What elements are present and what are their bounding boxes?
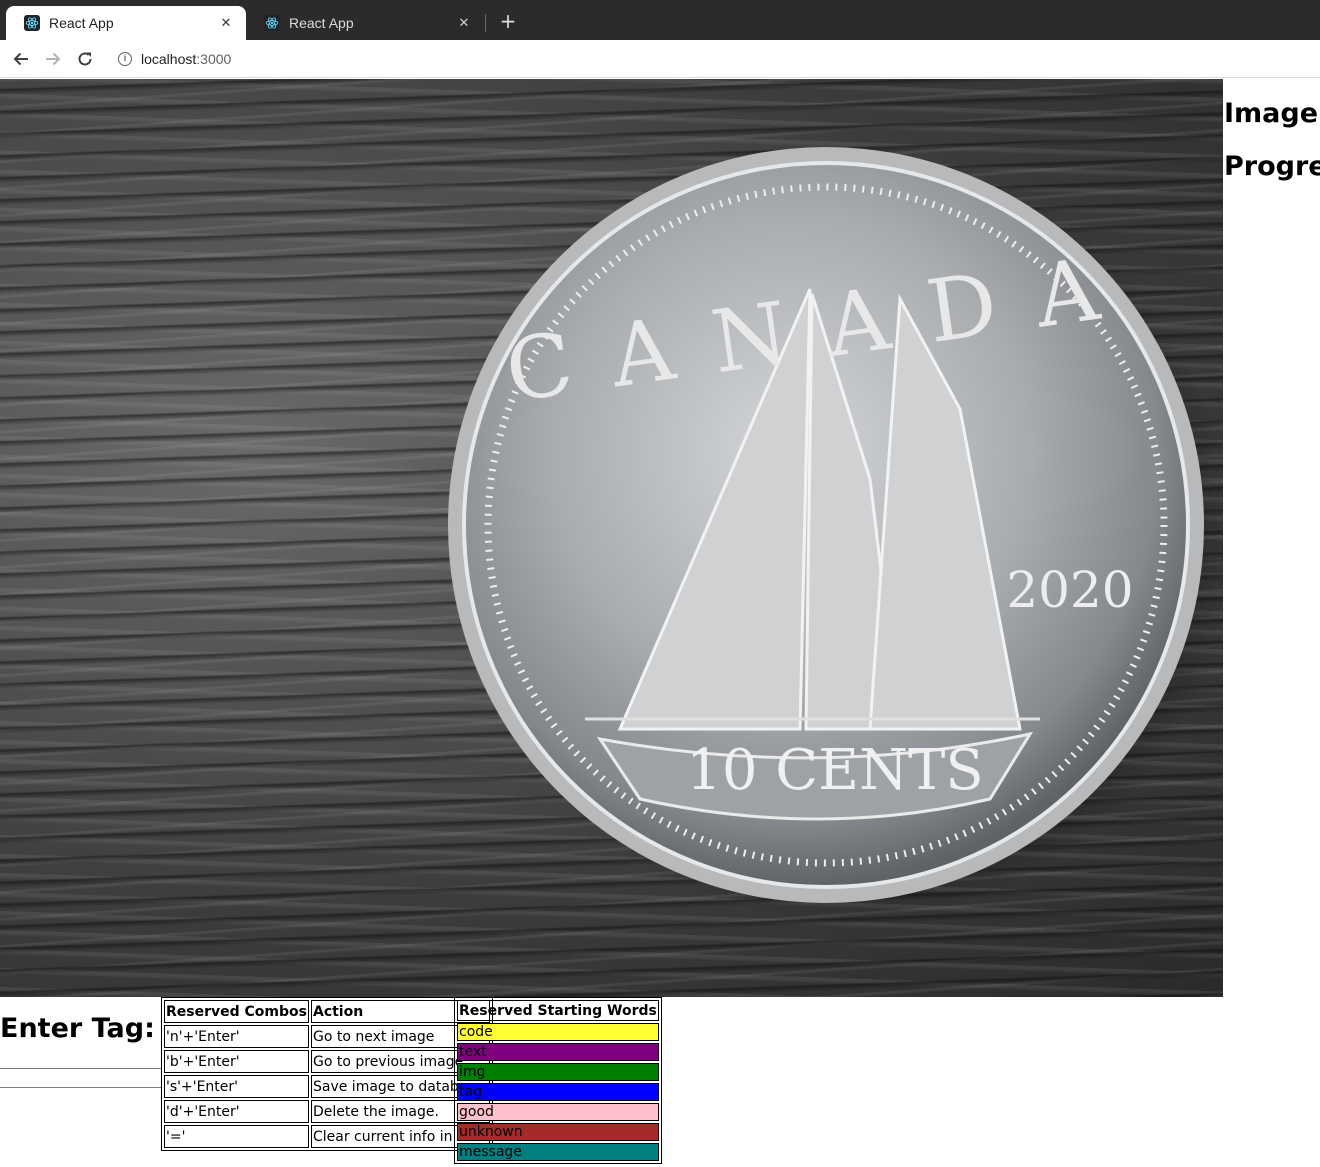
tab-title: React App — [289, 15, 354, 31]
table-row: 'd'+'Enter' Delete the image. — [164, 1100, 490, 1123]
table-row: tag — [457, 1083, 659, 1101]
forward-arrow-icon[interactable] — [42, 48, 64, 70]
combo-cell: 's'+'Enter' — [164, 1075, 309, 1098]
coin-year-text: 2020 — [1006, 561, 1133, 619]
back-arrow-icon[interactable] — [10, 48, 32, 70]
table-row: good — [457, 1103, 659, 1121]
table-row: 'b'+'Enter' Go to previous image. — [164, 1050, 490, 1073]
close-icon[interactable]: ✕ — [218, 15, 234, 31]
reload-icon[interactable] — [74, 48, 96, 70]
table-row: img — [457, 1063, 659, 1081]
url-text: localhost:3000 — [141, 51, 231, 67]
word-cell: img — [457, 1063, 659, 1081]
url-host: localhost — [141, 51, 197, 67]
table-row: 's'+'Enter' Save image to database. — [164, 1075, 490, 1098]
tag-input[interactable] — [0, 1068, 161, 1088]
address-bar[interactable]: i localhost:3000 — [108, 44, 1320, 74]
combo-cell: 'd'+'Enter' — [164, 1100, 309, 1123]
word-cell: code — [457, 1023, 659, 1041]
close-icon[interactable]: ✕ — [456, 15, 472, 31]
browser-tab-strip: React App ✕ React App ✕ + — [0, 0, 1320, 40]
words-header: Reserved Starting Words — [457, 1000, 659, 1021]
coin-denomination-text: 10 CENTS — [686, 738, 984, 803]
table-row: '=' Clear current info in bar — [164, 1125, 490, 1148]
tab-divider — [485, 14, 486, 32]
browser-tab-active[interactable]: React App ✕ — [6, 6, 246, 40]
info-icon[interactable]: i — [118, 52, 132, 66]
word-cell: message — [457, 1143, 659, 1161]
table-header-row: Reserved Combos Action — [164, 1000, 490, 1023]
browser-toolbar: i localhost:3000 — [0, 40, 1320, 78]
word-cell: good — [457, 1103, 659, 1121]
react-icon — [264, 15, 280, 31]
combo-cell: 'n'+'Enter' — [164, 1025, 309, 1048]
table-header-row: Reserved Starting Words — [457, 1000, 659, 1021]
reserved-words-table: Reserved Starting Words code text img ta… — [454, 997, 662, 1164]
url-port: :3000 — [196, 51, 232, 67]
browser-tab-inactive[interactable]: React App ✕ — [246, 6, 484, 40]
coin-illustration: CANADA 2020 10 CENTS — [448, 147, 1223, 922]
progress-label: Progress — [1224, 151, 1320, 182]
word-cell: unknown — [457, 1123, 659, 1141]
word-cell: text — [457, 1043, 659, 1061]
new-tab-icon[interactable]: + — [496, 9, 520, 33]
image-label: Image: — [1224, 98, 1320, 129]
table-row: text — [457, 1043, 659, 1061]
tab-title: React App — [49, 15, 114, 31]
table-row: 'n'+'Enter' Go to next image — [164, 1025, 490, 1048]
word-cell: tag — [457, 1083, 659, 1101]
combos-header: Reserved Combos — [164, 1000, 309, 1023]
table-row: message — [457, 1143, 659, 1161]
reserved-combos-table: Reserved Combos Action 'n'+'Enter' Go to… — [161, 997, 493, 1151]
table-row: unknown — [457, 1123, 659, 1141]
coin-photo: CANADA 2020 10 CENTS — [0, 79, 1223, 997]
combo-cell: '=' — [164, 1125, 309, 1148]
table-row: code — [457, 1023, 659, 1041]
enter-tag-label: Enter Tag: — [0, 1013, 155, 1044]
react-icon — [24, 15, 40, 31]
combo-cell: 'b'+'Enter' — [164, 1050, 309, 1073]
